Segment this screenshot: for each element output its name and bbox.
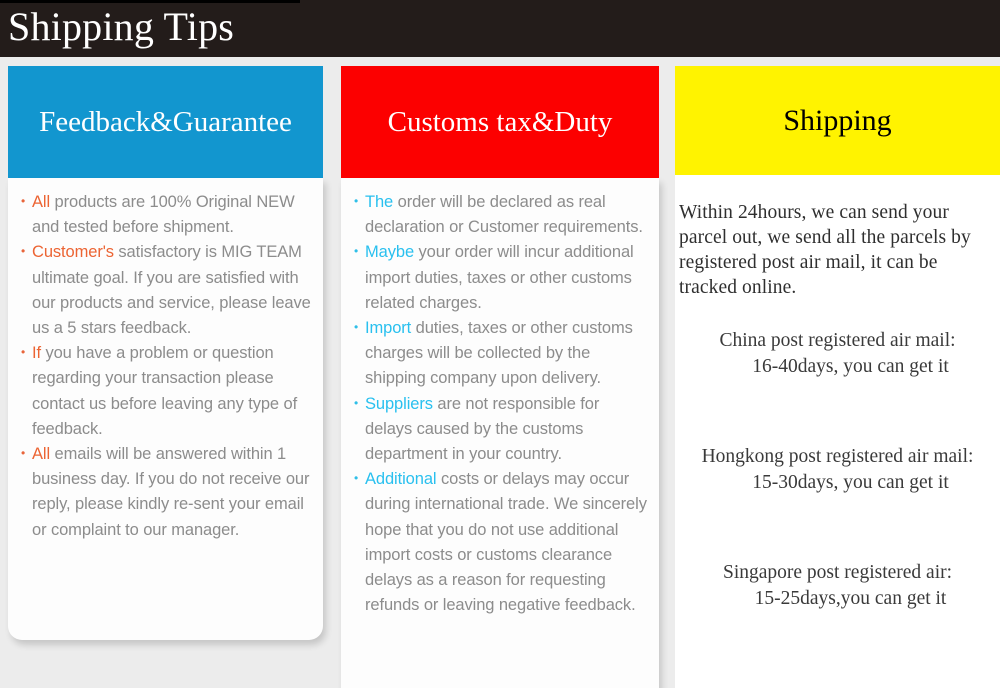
tip-keyword: The <box>365 193 394 211</box>
list-item: Suppliers are not responsible for delays… <box>353 391 649 468</box>
list-item: If you have a problem or question regard… <box>20 340 313 442</box>
shipping-method-name: Singapore post registered air: <box>722 562 953 583</box>
card-feedback-header: Feedback&Guarantee <box>8 66 323 178</box>
card-shipping: Shipping Within 24hours, we can send you… <box>675 66 1000 688</box>
shipping-method-singapore: Singapore post registered air: 15-25days… <box>675 560 1000 612</box>
shipping-method-duration: 15-25days,you can get it <box>754 588 947 609</box>
shipping-intro-text: Within 24hours, we can send your parcel … <box>679 202 971 298</box>
card-shipping-title: Shipping <box>783 104 892 137</box>
tip-keyword: All <box>32 445 51 464</box>
tip-keyword: Additional <box>365 470 437 489</box>
tip-text: emails will be answered within 1 busines… <box>32 445 310 539</box>
shipping-method-duration: 16-40days, you can get it <box>752 356 949 377</box>
tip-keyword: Import <box>365 319 412 338</box>
card-customs-title: Customs tax&Duty <box>387 106 613 138</box>
list-item: All products are 100% Original NEW and t… <box>20 189 313 240</box>
card-feedback-title: Feedback&Guarantee <box>39 106 292 138</box>
card-customs-tax-duty: Customs tax&Duty The order will be decla… <box>341 66 659 688</box>
tip-text: costs or delays may occur during interna… <box>365 470 647 615</box>
list-item: All emails will be answered within 1 bus… <box>20 441 313 543</box>
list-item: Additional costs or delays may occur dur… <box>353 466 649 618</box>
feedback-tip-list: All products are 100% Original NEW and t… <box>20 189 313 543</box>
top-accent-line <box>0 0 300 3</box>
tip-text: products are 100% Original NEW and teste… <box>32 193 295 237</box>
card-feedback-guarantee: Feedback&Guarantee All products are 100%… <box>8 66 323 640</box>
list-item: The order will be declared as real decla… <box>353 189 649 240</box>
tip-keyword: Maybe <box>365 243 415 262</box>
page-title: Shipping Tips <box>8 4 235 49</box>
card-shipping-body: Within 24hours, we can send your parcel … <box>675 175 1000 688</box>
card-customs-body: The order will be declared as real decla… <box>341 178 659 688</box>
shipping-method-name: Hongkong post registered air mail: <box>701 446 974 467</box>
tip-keyword: All <box>32 193 51 211</box>
list-item: Customer's satisfactory is MIG TEAM ulti… <box>20 239 313 341</box>
shipping-method-hongkong: Hongkong post registered air mail: 15-30… <box>675 444 1000 496</box>
card-shipping-header: Shipping <box>675 66 1000 175</box>
shipping-method-china: China post registered air mail: 16-40day… <box>675 328 1000 380</box>
tip-text: you have a problem or question regarding… <box>32 344 298 438</box>
tip-keyword: Customer's <box>32 243 114 262</box>
tip-keyword: Suppliers <box>365 394 433 413</box>
list-item: Import duties, taxes or other customs ch… <box>353 315 649 392</box>
card-customs-header: Customs tax&Duty <box>341 66 659 178</box>
shipping-method-name: China post registered air mail: <box>719 330 956 351</box>
page-header-bar: Shipping Tips <box>0 0 1000 57</box>
shipping-method-duration: 15-30days, you can get it <box>752 472 949 493</box>
tip-keyword: If <box>32 344 41 363</box>
customs-tip-list: The order will be declared as real decla… <box>353 189 649 618</box>
list-item: Maybe your order will incur additional i… <box>353 239 649 316</box>
card-feedback-body: All products are 100% Original NEW and t… <box>8 178 323 640</box>
tip-text: order will be declared as real declarati… <box>365 193 643 237</box>
